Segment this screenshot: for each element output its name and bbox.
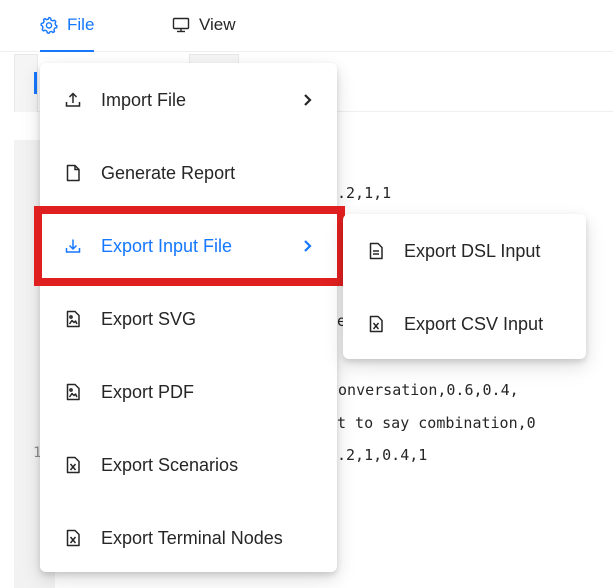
menu-item-label: Export SVG <box>101 308 197 329</box>
submenu-item-label: Export DSL Input <box>404 240 541 261</box>
monitor-icon <box>172 16 190 34</box>
menu-view[interactable]: View <box>172 0 236 50</box>
menu-item-export-svg[interactable]: Export SVG <box>40 294 337 344</box>
upload-icon <box>64 91 82 109</box>
submenu-item-export-dsl-input[interactable]: Export DSL Input <box>343 226 586 276</box>
active-tab-indicator <box>34 72 37 94</box>
top-menu-bar: File View <box>0 0 613 52</box>
gear-icon <box>40 16 58 34</box>
menu-file[interactable]: File <box>40 0 95 52</box>
code-line: t to say combination,0 <box>337 414 536 432</box>
code-line: .2,1,0.4,1 <box>337 446 428 464</box>
menu-item-label: Export PDF <box>101 381 195 402</box>
menu-item-export-terminal-nodes[interactable]: Export Terminal Nodes <box>40 513 337 563</box>
code-line: conversation,0.6,0.4, <box>329 381 519 399</box>
file-excel-icon <box>367 315 385 333</box>
file-image-icon <box>64 383 82 401</box>
highlight-box <box>34 206 345 286</box>
file-dropdown-menu: Import File Generate Report Export Input… <box>40 63 337 572</box>
menu-item-label: Import File <box>101 89 187 110</box>
menu-item-import-file[interactable]: Import File <box>40 75 337 125</box>
code-line: .2,1,1 <box>337 184 392 202</box>
export-input-submenu: Export DSL Input Export CSV Input <box>343 214 586 359</box>
menu-item-label: Export Scenarios <box>101 454 239 475</box>
menu-view-label: View <box>199 15 236 34</box>
submenu-item-label: Export CSV Input <box>404 313 544 334</box>
file-image-icon <box>64 310 82 328</box>
menu-item-generate-report[interactable]: Generate Report <box>40 148 337 198</box>
submenu-item-export-csv-input[interactable]: Export CSV Input <box>343 299 586 349</box>
menu-item-label: Export Terminal Nodes <box>101 527 283 548</box>
chevron-right-icon <box>301 91 315 109</box>
file-excel-icon <box>64 529 82 547</box>
file-icon <box>64 164 82 182</box>
menu-file-label: File <box>67 15 95 34</box>
file-text-icon <box>367 242 385 260</box>
file-excel-icon <box>64 456 82 474</box>
menu-item-label: Generate Report <box>101 162 236 183</box>
menu-item-export-scenarios[interactable]: Export Scenarios <box>40 440 337 490</box>
menu-item-export-pdf[interactable]: Export PDF <box>40 367 337 417</box>
